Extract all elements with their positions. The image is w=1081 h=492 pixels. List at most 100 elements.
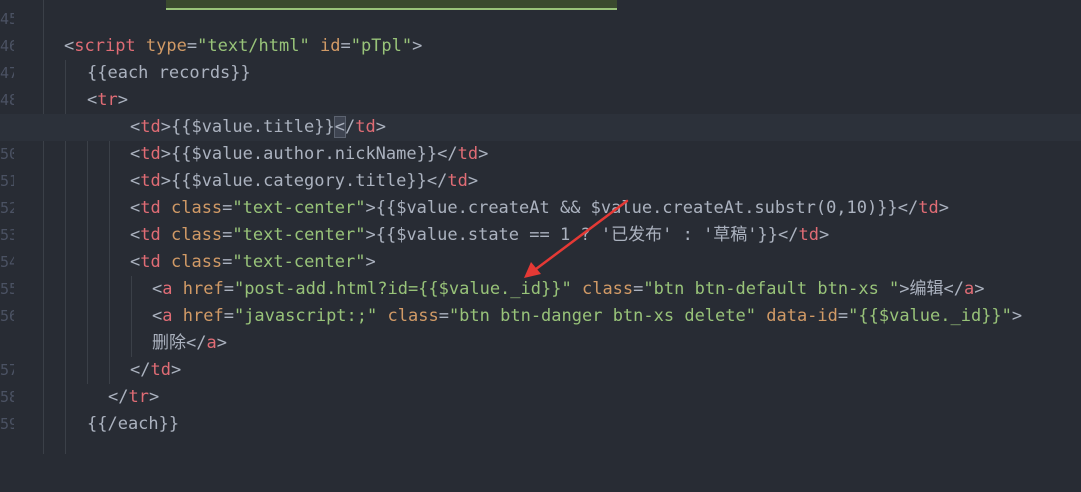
token-punctuation: > [467,171,479,191]
token-punctuation: </ [943,279,965,299]
token-punctuation: < [64,36,75,56]
token-tag: td [447,171,468,191]
token-punctuation: </ [437,144,458,164]
code-line-47[interactable]: {{each records}} [0,60,1081,87]
code-line-55[interactable]: <a href="post-add.html?id={{$value._id}}… [0,276,1081,303]
token-punctuation: > [478,144,489,164]
token-punctuation: = [340,36,351,56]
template-expression: {{$value.title}} [170,117,335,137]
token-punctuation: > [412,36,423,56]
token-punctuation: </ [897,198,919,218]
token-string: "text-center" [232,198,366,218]
token-punctuation: > [170,360,182,380]
code-line-52[interactable]: <td class="text-center">{{$value.createA… [0,195,1081,222]
token-tag: script [74,36,136,56]
token-tag: td [140,171,161,191]
token-tag: td [457,144,479,164]
token-attribute: type [145,36,187,56]
token-string: "btn btn-danger btn-xs delete" [448,306,756,326]
code-line-49-active[interactable]: <td>{{$value.title}}</td> [0,114,1081,141]
template-expression: {{$value.category.title}} [170,171,427,191]
token-string: "text/html" [197,36,310,56]
token-punctuation: < [130,144,141,164]
line-number: 45 [0,10,14,28]
token-attribute: data-id [766,306,838,326]
token-tag: td [140,252,161,272]
token-punctuation: < [152,279,163,299]
token-punctuation: > [160,171,171,191]
token-punctuation: > [365,252,376,272]
matched-bracket: < [333,116,347,138]
token-punctuation: > [160,144,171,164]
code-line-51[interactable]: <td>{{$value.category.title}}</td> [0,168,1081,195]
token-punctuation: </ [426,171,448,191]
template-expression: {{$value.author.nickName}} [170,144,438,164]
token-punctuation: = [223,306,234,326]
code-line-56[interactable]: <a href="javascript:;" class="btn btn-da… [0,303,1081,330]
link-text: 删除 [152,333,186,353]
token-tag: a [206,333,217,353]
token-punctuation: < [130,252,141,272]
token-attribute: class [387,306,439,326]
token-punctuation: > [216,333,227,353]
token-tag: td [150,360,171,380]
token-punctuation: > [365,225,376,245]
token-punctuation: = [222,225,233,245]
code-line-54[interactable]: <td class="text-center"> [0,249,1081,276]
token-string: "text-center" [232,225,366,245]
token-tag: tr [128,387,149,407]
token-tag: a [964,279,975,299]
token-punctuation: = [222,252,233,272]
token-punctuation: = [223,279,234,299]
template-expression: {{$value.state == 1 ? '已发布' : '草稿'}} [375,225,779,245]
token-punctuation: < [130,117,141,137]
token-string: "post-add.html?id={{$value._id}}" [233,279,572,299]
string-fragment [115,0,166,8]
token-attribute: href [182,306,224,326]
token-punctuation: </ [130,360,151,380]
code-line-57[interactable]: </td> [0,357,1081,384]
token-tag: a [162,306,173,326]
token-punctuation: > [375,117,386,137]
token-punctuation: < [130,171,141,191]
token-tag: tr [97,90,118,110]
code-line-50[interactable]: <td>{{$value.author.nickName}}</td> [0,141,1081,168]
code-line-58[interactable]: </tr> [0,384,1081,411]
code-line-53[interactable]: <td class="text-center">{{$value.state =… [0,222,1081,249]
link-text: 编辑 [909,279,944,299]
token-tag: td [140,117,161,137]
token-punctuation: > [899,279,910,299]
token-punctuation: > [1011,306,1023,326]
token-string: "btn btn-default btn-xs " [643,279,900,299]
token-punctuation: < [130,225,141,245]
highlighted-string-fragment [166,0,617,10]
code-line-59[interactable]: {{/each}} [0,411,1081,438]
token-attribute: class [170,252,223,272]
token-tag: td [140,144,161,164]
token-attribute: class [170,198,223,218]
token-string: "{{$value._id}}" [848,306,1012,326]
token-punctuation: </ [778,225,799,245]
token-tag: td [798,225,819,245]
token-punctuation: > [974,279,985,299]
token-tag: td [140,225,161,245]
token-attribute: href [182,279,224,299]
template-expression: {{/each}} [87,414,180,434]
token-tag: a [162,279,173,299]
code-line-48[interactable]: <tr> [0,87,1081,114]
code-line-56-wrapped[interactable]: 删除</a> [0,330,1081,357]
token-punctuation: < [130,198,141,218]
token-punctuation: = [438,306,449,326]
token-tag: td [355,117,376,137]
token-punctuation: > [160,117,171,137]
token-attribute: class [581,279,634,299]
token-attribute: id [319,36,341,56]
token-punctuation: = [222,198,233,218]
code-line-46[interactable]: <script type="text/html" id="pTpl"> [0,33,1081,60]
token-punctuation: = [837,306,849,326]
token-punctuation: = [186,36,198,56]
token-punctuation: < [152,306,163,326]
token-punctuation: > [365,198,376,218]
token-tag: td [918,198,939,218]
code-editor[interactable]: 45 46 47 48 49 50 51 52 53 54 55 56 57 5… [0,0,1081,454]
